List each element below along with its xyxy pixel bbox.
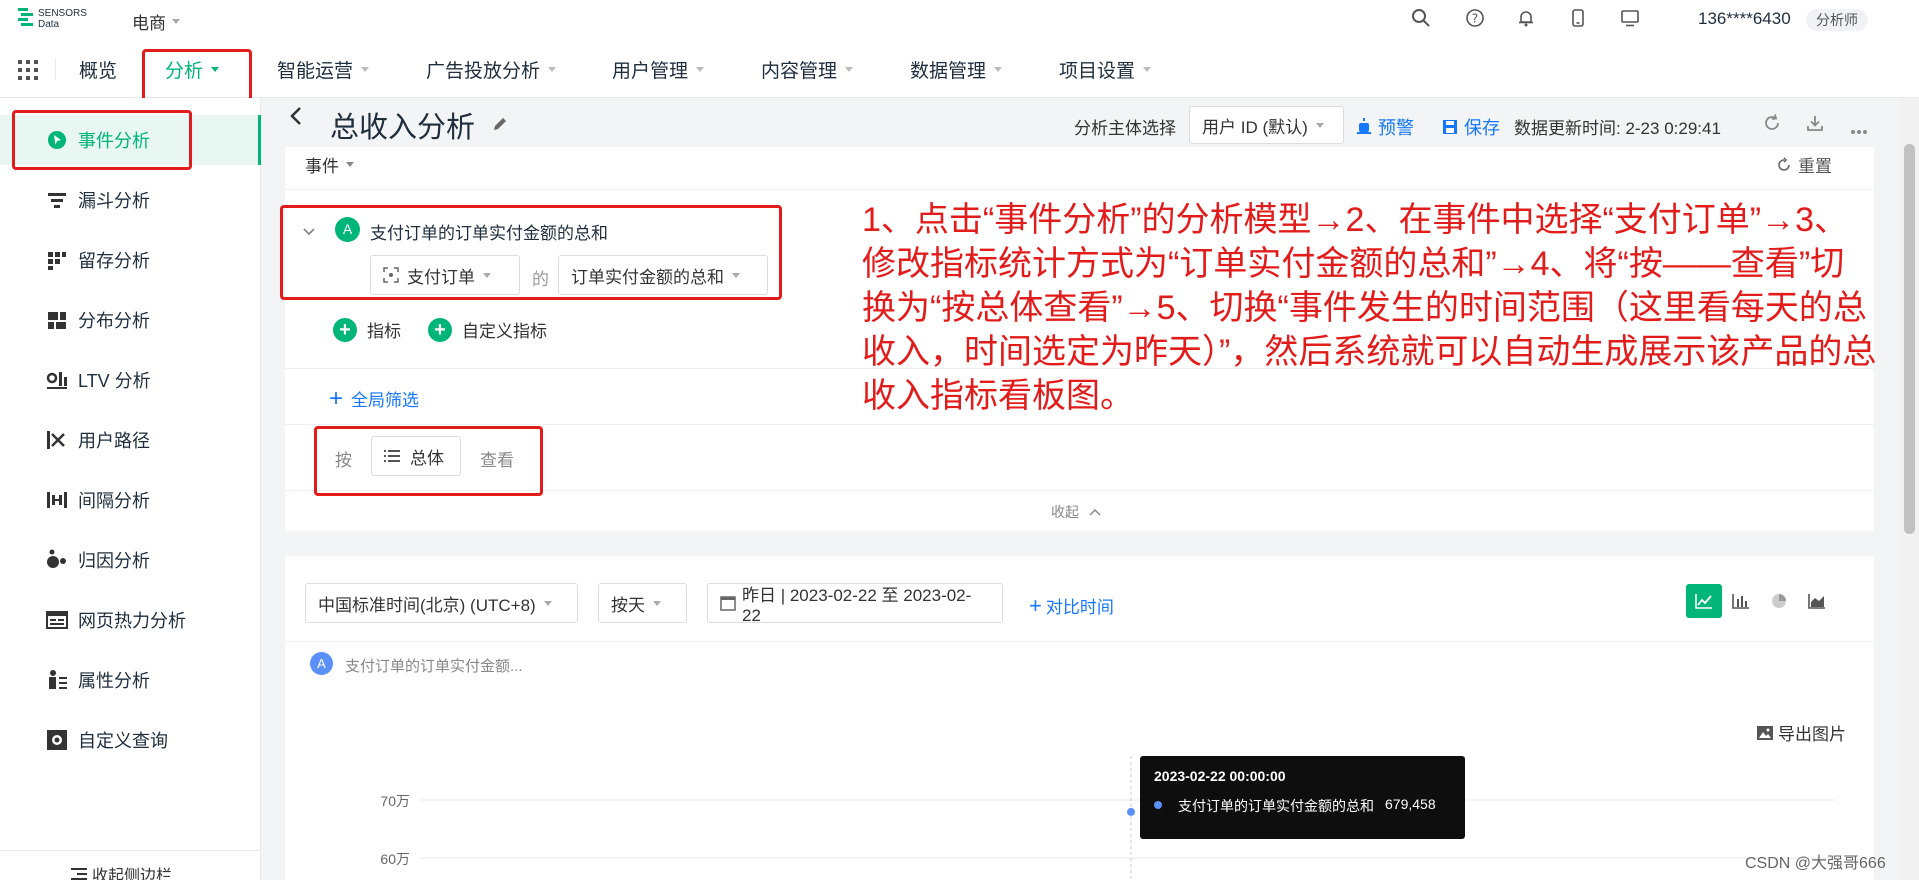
role-badge: 分析师 xyxy=(1806,9,1868,31)
collapse-query-button[interactable]: 收起 xyxy=(1051,502,1101,522)
project-selector[interactable]: 电商 xyxy=(132,9,180,34)
panel-divider xyxy=(285,424,1874,425)
plus-icon: + xyxy=(333,317,357,342)
tooltip-value: 679,458 xyxy=(1385,796,1436,812)
user-path-icon xyxy=(47,431,65,449)
search-icon[interactable] xyxy=(1411,8,1431,28)
line-chart: 70万 60万 xyxy=(380,756,1835,880)
reset-icon xyxy=(1778,156,1790,171)
results-panel: 中国标准时间(北京) (UTC+8) 按天 昨日 | 2023-02-22 至 … xyxy=(285,556,1874,880)
tooltip-series-dot xyxy=(1154,801,1162,809)
bell-icon[interactable] xyxy=(1516,8,1536,28)
y-tick-label: 70万 xyxy=(380,793,410,809)
save-icon xyxy=(1443,120,1457,134)
add-custom-metric-button[interactable]: + 自定义指标 xyxy=(428,317,547,342)
page-title: 总收入分析 xyxy=(330,112,476,144)
subject-label: 分析主体选择 xyxy=(1074,119,1176,138)
attribution-icon xyxy=(47,549,66,568)
global-filter-button[interactable]: + 全局筛选 xyxy=(329,386,419,411)
sidebar-item-interval[interactable]: 间隔分析 xyxy=(0,475,261,525)
nav-smart-ops[interactable]: 智能运营 xyxy=(277,40,370,98)
brand-name: SENSORS Data xyxy=(38,8,87,30)
back-arrow-icon[interactable] xyxy=(288,104,304,133)
property-icon xyxy=(49,670,67,689)
collapse-sidebar-icon xyxy=(71,868,87,880)
refresh-icon[interactable] xyxy=(1763,114,1781,137)
sidebar-item-property[interactable]: 属性分析 xyxy=(0,655,261,705)
nav-overview[interactable]: 概览 xyxy=(79,40,117,98)
monitor-icon[interactable] xyxy=(1620,8,1640,28)
help-icon[interactable]: ? xyxy=(1465,8,1485,28)
nav-content-mgmt[interactable]: 内容管理 xyxy=(761,40,854,98)
tooltip-time: 2023-02-22 00:00:00 xyxy=(1154,768,1286,784)
update-time: 数据更新时间: 2-23 0:29:41 xyxy=(1514,119,1721,138)
save-button[interactable]: 保存 xyxy=(1442,114,1500,140)
sidebar-item-ltv[interactable]: LTV 分析 xyxy=(0,355,261,405)
sidebar-divider xyxy=(0,850,261,851)
panel-divider xyxy=(285,189,1874,190)
alert-button[interactable]: 预警 xyxy=(1356,114,1414,140)
nav-divider xyxy=(55,58,56,80)
event-section-toggle[interactable]: 事件 xyxy=(305,152,354,177)
sidebar-item-user-path[interactable]: 用户路径 xyxy=(0,415,261,465)
ltv-icon xyxy=(46,372,67,389)
download-icon[interactable] xyxy=(1806,114,1824,137)
more-icon[interactable] xyxy=(1850,120,1868,140)
user-phone[interactable]: 136****6430 xyxy=(1698,9,1791,29)
nav-project-settings[interactable]: 项目设置 xyxy=(1059,40,1152,98)
chevron-up-icon xyxy=(1089,508,1101,516)
y-tick-label: 60万 xyxy=(380,851,410,867)
sensors-logo[interactable] xyxy=(18,8,34,35)
retention-icon xyxy=(48,252,66,270)
sidebar-item-custom-query[interactable]: 自定义查询 xyxy=(0,715,261,765)
nav-data-mgmt[interactable]: 数据管理 xyxy=(910,40,1003,98)
sidebar-item-distribution[interactable]: 分布分析 xyxy=(0,295,261,345)
sidebar-item-funnel[interactable]: 漏斗分析 xyxy=(0,175,261,225)
watermark: CSDN @大强哥666 xyxy=(1745,855,1886,872)
plus-icon: + xyxy=(329,384,344,412)
reset-button[interactable]: 重置 xyxy=(1776,152,1832,177)
instruction-annotation: 1、点击“事件分析”的分析模型→2、在事件中选择“支付订单”→3、 修改指标统计… xyxy=(862,201,1877,415)
data-point[interactable] xyxy=(1127,807,1135,816)
app-grid-icon[interactable] xyxy=(18,60,38,80)
plus-icon: + xyxy=(428,317,452,342)
main-nav: 概览 分析 智能运营 广告投放分析 用户管理 内容管理 数据管理 项目设置 xyxy=(0,40,1919,98)
custom-query-icon xyxy=(47,730,67,750)
chart-tooltip: 2023-02-22 00:00:00 支付订单的订单实付金额的总和 679,4… xyxy=(1140,756,1465,839)
highlight-box-group-by xyxy=(314,426,543,496)
page-scrollbar[interactable] xyxy=(1900,98,1919,880)
sidebar-item-attribution[interactable]: 归因分析 xyxy=(0,535,261,585)
svg-text:?: ? xyxy=(1472,12,1478,26)
distribution-icon xyxy=(48,312,66,329)
top-bar: SENSORS Data 电商 ? 136****6430 分析师 xyxy=(0,0,1919,40)
funnel-icon xyxy=(48,193,66,208)
nav-user-mgmt[interactable]: 用户管理 xyxy=(612,40,705,98)
sidebar-item-heatmap[interactable]: 网页热力分析 xyxy=(0,595,261,645)
sidebar: 事件分析 漏斗分析 留存分析 分布分析 LTV 分析 用户路径 间隔分析 归因分… xyxy=(0,98,261,880)
interval-icon xyxy=(47,492,67,508)
highlight-box-event-analysis xyxy=(12,110,192,170)
collapse-sidebar-button[interactable]: 收起侧边栏 xyxy=(70,862,172,880)
sidebar-item-retention[interactable]: 留存分析 xyxy=(0,235,261,285)
edit-title-icon[interactable] xyxy=(491,115,509,138)
alert-icon xyxy=(1357,118,1371,134)
nav-ad-analysis[interactable]: 广告投放分析 xyxy=(426,40,557,98)
highlight-box-metric xyxy=(280,205,782,300)
tooltip-series-name: 支付订单的订单实付金额的总和 xyxy=(1178,798,1374,814)
heatmap-icon xyxy=(46,611,68,629)
subject-select[interactable]: 用户 ID (默认) xyxy=(1189,106,1344,144)
add-metric-button[interactable]: + 指标 xyxy=(333,317,401,342)
scrollbar-thumb[interactable] xyxy=(1904,144,1915,534)
mobile-icon[interactable] xyxy=(1568,8,1588,28)
